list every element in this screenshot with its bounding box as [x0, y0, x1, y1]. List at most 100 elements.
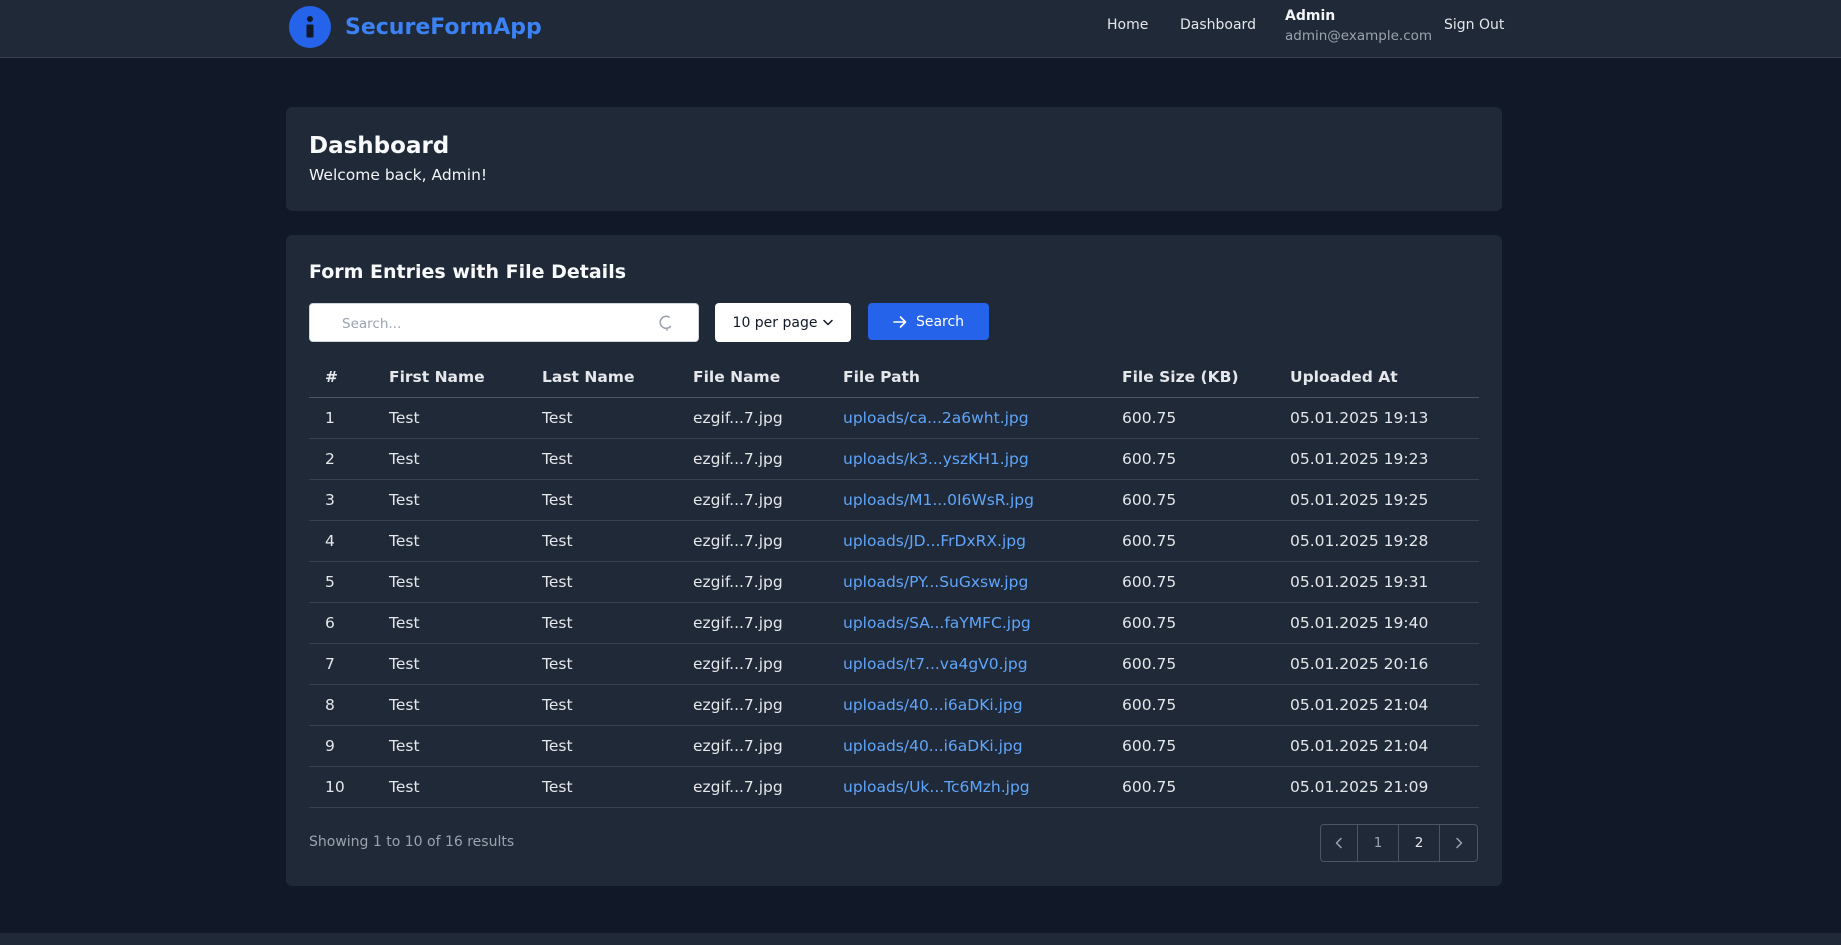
results-summary: Showing 1 to 10 of 16 results: [309, 834, 515, 850]
brand-name: SecureFormApp: [345, 14, 542, 40]
cell-first-name: Test: [389, 438, 542, 480]
pagination-next-button[interactable]: [1440, 825, 1477, 861]
cell-first-name: Test: [389, 643, 542, 685]
cell-uploaded-at: 05.01.2025 19:40: [1290, 602, 1479, 644]
welcome-message: Welcome back, Admin!: [309, 166, 488, 184]
cell-file-size: 600.75: [1122, 602, 1290, 644]
cell-last-name: Test: [542, 438, 693, 480]
search-field[interactable]: [309, 303, 699, 343]
cell-uploaded-at: 05.01.2025 19:25: [1290, 479, 1479, 521]
nav-home-link[interactable]: Home: [1107, 17, 1148, 33]
pagination-page-1[interactable]: 1: [1358, 825, 1399, 861]
cell-file-name: ezgif...7.jpg: [693, 479, 843, 521]
table-body: 1 Test Test ezgif...7.jpg uploads/ca...2a6wh…: [309, 397, 1479, 808]
dashboard-card: Dashboard Welcome back, Admin!: [286, 107, 1502, 211]
cell-last-name: Test: [542, 561, 693, 603]
column-header-file-path: File Path: [843, 358, 1122, 398]
file-path-link[interactable]: uploads/40...i6aDKi.jpg: [843, 725, 1122, 767]
column-header-file-size: File Size (KB): [1122, 358, 1290, 398]
sign-out-link[interactable]: Sign Out: [1444, 17, 1504, 33]
cell-uploaded-at: 05.01.2025 21:04: [1290, 684, 1479, 726]
cell-first-name: Test: [389, 561, 542, 603]
table-row[interactable]: 4 Test Test ezgif...7.jpg uploads/JD...FrDxR…: [309, 520, 1479, 562]
cell-file-size: 600.75: [1122, 725, 1290, 767]
cell-first-name: Test: [389, 520, 542, 562]
nav-dashboard-link[interactable]: Dashboard: [1180, 17, 1256, 33]
cell-first-name: Test: [389, 397, 542, 439]
cell-last-name: Test: [542, 520, 693, 562]
table-row[interactable]: 2 Test Test ezgif...7.jpg uploads/k3...yszKH…: [309, 438, 1479, 480]
cell-index: 6: [309, 602, 389, 644]
per-page-value: 10 per page: [732, 314, 818, 331]
table-row[interactable]: 8 Test Test ezgif...7.jpg uploads/40...i6aDK…: [309, 684, 1479, 726]
table-row[interactable]: 9 Test Test ezgif...7.jpg uploads/40...i6aDK…: [309, 725, 1479, 767]
form-entries-card: Form Entries with File Details 10 per pa…: [286, 235, 1502, 886]
cell-last-name: Test: [542, 643, 693, 685]
cell-uploaded-at: 05.01.2025 21:09: [1290, 766, 1479, 808]
column-header-first-name: First Name: [389, 358, 542, 398]
cell-file-name: ezgif...7.jpg: [693, 725, 843, 767]
chevron-left-icon: [1335, 837, 1342, 849]
cell-first-name: Test: [389, 684, 542, 726]
cell-index: 8: [309, 684, 389, 726]
per-page-select[interactable]: 10 per page: [715, 303, 851, 342]
file-path-link[interactable]: uploads/40...i6aDKi.jpg: [843, 684, 1122, 726]
column-header-file-name: File Name: [693, 358, 843, 398]
cell-index: 10: [309, 766, 389, 808]
brand[interactable]: SecureFormApp: [289, 6, 542, 48]
table-header-row: # First Name Last Name File Name File Pa…: [309, 358, 1479, 398]
cell-uploaded-at: 05.01.2025 19:13: [1290, 397, 1479, 439]
cell-last-name: Test: [542, 397, 693, 439]
file-path-link[interactable]: uploads/SA...faYMFC.jpg: [843, 602, 1122, 644]
file-path-link[interactable]: uploads/t7...va4gV0.jpg: [843, 643, 1122, 685]
cell-file-size: 600.75: [1122, 643, 1290, 685]
cell-uploaded-at: 05.01.2025 20:16: [1290, 643, 1479, 685]
table-row[interactable]: 7 Test Test ezgif...7.jpg uploads/t7...va4gV…: [309, 643, 1479, 685]
cell-file-size: 600.75: [1122, 479, 1290, 521]
search-button[interactable]: Search: [868, 303, 989, 340]
cell-first-name: Test: [389, 602, 542, 644]
table-row[interactable]: 6 Test Test ezgif...7.jpg uploads/SA...faYMF…: [309, 602, 1479, 644]
user-email: admin@example.com: [1285, 28, 1433, 44]
cell-file-size: 600.75: [1122, 561, 1290, 603]
column-header-last-name: Last Name: [542, 358, 693, 398]
cell-file-size: 600.75: [1122, 438, 1290, 480]
search-button-label: Search: [915, 313, 965, 330]
column-header-uploaded-at: Uploaded At: [1290, 358, 1479, 398]
entries-table: # First Name Last Name File Name File Pa…: [309, 358, 1479, 808]
cell-last-name: Test: [542, 602, 693, 644]
cell-index: 5: [309, 561, 389, 603]
cell-index: 3: [309, 479, 389, 521]
cell-uploaded-at: 05.01.2025 19:23: [1290, 438, 1479, 480]
column-header-index: #: [309, 358, 389, 398]
search-input[interactable]: [340, 304, 644, 343]
cell-first-name: Test: [389, 766, 542, 808]
file-path-link[interactable]: uploads/M1...0I6WsR.jpg: [843, 479, 1122, 521]
cell-uploaded-at: 05.01.2025 19:31: [1290, 561, 1479, 603]
cell-index: 1: [309, 397, 389, 439]
file-path-link[interactable]: uploads/PY...SuGxsw.jpg: [843, 561, 1122, 603]
cell-index: 9: [309, 725, 389, 767]
pagination-page-2[interactable]: 2: [1399, 825, 1440, 861]
table-row[interactable]: 5 Test Test ezgif...7.jpg uploads/PY...SuGxs…: [309, 561, 1479, 603]
cell-uploaded-at: 05.01.2025 21:04: [1290, 725, 1479, 767]
pagination-prev-button[interactable]: [1321, 825, 1358, 861]
footer: [0, 933, 1841, 945]
section-title: Form Entries with File Details: [309, 261, 627, 283]
table-row[interactable]: 3 Test Test ezgif...7.jpg uploads/M1...0I6Ws…: [309, 479, 1479, 521]
cell-last-name: Test: [542, 725, 693, 767]
file-path-link[interactable]: uploads/Uk...Tc6Mzh.jpg: [843, 766, 1122, 808]
cell-last-name: Test: [542, 479, 693, 521]
file-path-link[interactable]: uploads/JD...FrDxRX.jpg: [843, 520, 1122, 562]
cell-index: 2: [309, 438, 389, 480]
top-navbar: SecureFormApp Home Dashboard Admin admin…: [0, 0, 1841, 58]
cell-file-name: ezgif...7.jpg: [693, 561, 843, 603]
file-path-link[interactable]: uploads/ca...2a6wht.jpg: [843, 397, 1122, 439]
file-path-link[interactable]: uploads/k3...yszKH1.jpg: [843, 438, 1122, 480]
cell-file-name: ezgif...7.jpg: [693, 684, 843, 726]
table-row[interactable]: 10 Test Test ezgif...7.jpg uploads/Uk...Tc6M…: [309, 766, 1479, 808]
info-icon: [289, 6, 331, 48]
cell-file-size: 600.75: [1122, 397, 1290, 439]
cell-file-name: ezgif...7.jpg: [693, 602, 843, 644]
table-row[interactable]: 1 Test Test ezgif...7.jpg uploads/ca...2a6wh…: [309, 397, 1479, 439]
